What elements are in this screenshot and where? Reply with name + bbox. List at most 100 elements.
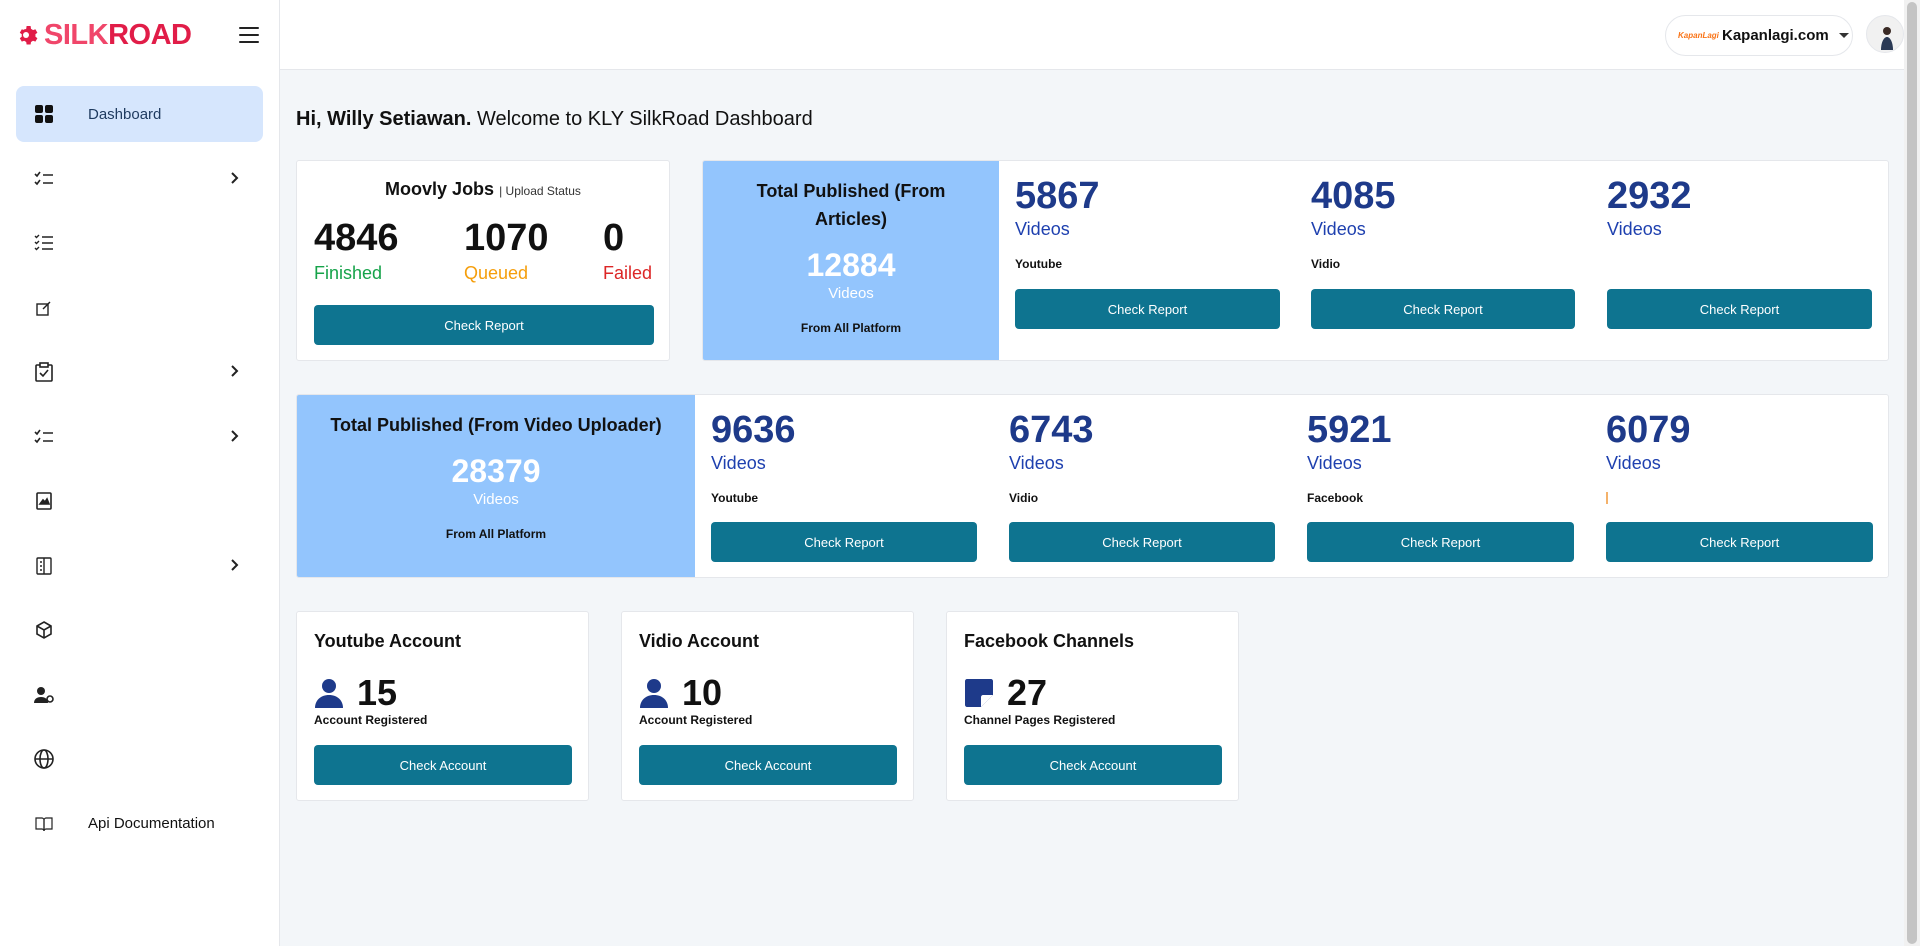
chevron-right-icon (231, 171, 239, 184)
moovly-jobs-card: Moovly Jobs | Upload Status 4846 Finishe… (296, 160, 670, 361)
articles-vidio-check-report-button[interactable]: Check Report (1311, 289, 1575, 329)
sidebar-item-2[interactable] (16, 151, 263, 207)
grid-icon (34, 104, 54, 124)
articles-published-card: Total Published (From Articles) 12884 Vi… (702, 160, 1889, 361)
vidio-account-label: Account Registered (639, 713, 753, 727)
uploader-footer: From All Platform (445, 527, 547, 541)
failed-label: Failed (603, 263, 653, 283)
uploader-vidio-name: Vidio (1009, 491, 1039, 505)
uploader-title: Total Published (From Video Uploader) (330, 415, 662, 435)
site-name: Kapanlagi.com (1722, 27, 1829, 44)
globe-icon (34, 749, 54, 769)
gear-logo-icon (19, 26, 38, 45)
uploader-youtube-name: Youtube (711, 491, 759, 505)
uploader-facebook-check-report-button[interactable]: Check Report (1307, 522, 1574, 562)
articles-vidio-unit: Videos (1311, 219, 1366, 239)
menu-toggle-icon[interactable] (239, 27, 259, 43)
sidebar-item-label: Dashboard (88, 105, 162, 123)
page-scrollbar[interactable] (1904, 0, 1920, 946)
book-icon (34, 814, 54, 834)
uploader-vidio-unit: Videos (1009, 453, 1064, 473)
articles-youtube-check-report-button[interactable]: Check Report (1015, 289, 1280, 329)
uploader-published-card: Total Published (From Video Uploader) 28… (296, 394, 1889, 578)
vidio-account-card: Vidio Account 10 Account Registered Chec… (621, 611, 914, 801)
cube-icon (34, 620, 54, 640)
sidebar-item-8[interactable] (16, 538, 263, 594)
queued-count: 1070 (464, 217, 549, 259)
uploader-facebook-unit: Videos (1307, 453, 1362, 473)
vidio-account-title: Vidio Account (639, 631, 760, 651)
articles-other-check-report-button[interactable]: Check Report (1607, 289, 1872, 329)
moovly-subtitle: | Upload Status (499, 184, 581, 198)
uploader-total-unit: Videos (473, 491, 519, 508)
site-logo: KapanLagi (1678, 31, 1719, 40)
sidebar-item-10[interactable] (16, 667, 263, 723)
sidebar-item-5[interactable] (16, 344, 263, 400)
platform-logo-icon (1606, 492, 1608, 504)
sidebar-item-4[interactable] (16, 280, 263, 336)
articles-title: Total Published (From Articles) (756, 181, 946, 229)
sidebar-item-api-documentation[interactable]: Api Documentation (16, 796, 263, 852)
uploader-youtube-count: 9636 (711, 409, 796, 451)
user-icon (315, 679, 343, 708)
youtube-account-title: Youtube Account (314, 631, 461, 651)
moovly-title: Moovly Jobs | Upload Status (385, 179, 581, 199)
queued-label: Queued (464, 263, 529, 283)
failed-count: 0 (603, 217, 625, 259)
uploader-vidio-check-report-button[interactable]: Check Report (1009, 522, 1275, 562)
site-selector[interactable]: KapanLagi Kapanlagi.com (1665, 15, 1853, 56)
sidebar-item-dashboard[interactable]: Dashboard (16, 86, 263, 142)
moovly-check-report-button[interactable]: Check Report (314, 305, 654, 345)
chevron-right-icon (231, 429, 239, 442)
uploader-other-unit: Videos (1606, 453, 1661, 473)
user-icon (640, 679, 668, 708)
sidebar-item-6[interactable] (16, 409, 263, 465)
brand-logo[interactable]: SILKROAD (16, 18, 192, 52)
uploader-vidio-count: 6743 (1009, 409, 1094, 451)
brand-name: SILKROAD (44, 18, 192, 51)
sidebar-item-11[interactable] (16, 731, 263, 787)
list-check-icon (34, 233, 54, 253)
articles-total-unit: Videos (828, 285, 874, 302)
clipboard-check-icon (34, 362, 54, 382)
sidebar: SILKROAD Dashboard Api Documentation (0, 0, 280, 946)
uploader-other-check-report-button[interactable]: Check Report (1606, 522, 1873, 562)
avatar[interactable] (1866, 15, 1904, 53)
sidebar-item-3[interactable] (16, 215, 263, 271)
articles-youtube-count: 5867 (1015, 175, 1100, 217)
uploader-total: 28379 (451, 453, 541, 489)
finished-label: Finished (314, 263, 383, 283)
vidio-check-account-button[interactable]: Check Account (639, 745, 897, 785)
youtube-account-label: Account Registered (314, 713, 428, 727)
uploader-total-panel: Total Published (From Video Uploader) 28… (297, 395, 695, 577)
uploader-youtube-unit: Videos (711, 453, 766, 473)
sticky-note-icon (965, 679, 993, 707)
facebook-channels-title: Facebook Channels (964, 631, 1135, 651)
sidebar-header: SILKROAD (0, 0, 279, 70)
articles-vidio-count: 4085 (1311, 175, 1396, 217)
uploader-youtube-check-report-button[interactable]: Check Report (711, 522, 977, 562)
uploader-facebook-count: 5921 (1307, 409, 1392, 451)
articles-youtube-unit: Videos (1015, 219, 1070, 239)
caret-down-icon (1838, 33, 1849, 38)
vidio-account-count: 10 (682, 672, 723, 713)
page-greeting: Hi, Willy Setiawan. Welcome to KLY SilkR… (296, 108, 813, 131)
youtube-check-account-button[interactable]: Check Account (314, 745, 572, 785)
facebook-check-account-button[interactable]: Check Account (964, 745, 1222, 785)
topbar: KapanLagi Kapanlagi.com (280, 0, 1904, 70)
articles-total-panel: Total Published (From Articles) 12884 Vi… (703, 161, 999, 360)
checklist-icon (34, 169, 54, 189)
facebook-channels-card: Facebook Channels 27 Channel Pages Regis… (946, 611, 1239, 801)
scroll-thumb[interactable] (1907, 2, 1917, 944)
sidebar-item-9[interactable] (16, 602, 263, 658)
chevron-right-icon (231, 365, 239, 377)
finished-count: 4846 (314, 217, 399, 259)
sidebar-item-7[interactable] (16, 473, 263, 529)
facebook-channels-count: 27 (1007, 672, 1048, 713)
image-book-icon (34, 491, 54, 511)
user-gear-icon (34, 685, 54, 705)
sidebar-item-label: Api Documentation (88, 815, 215, 832)
articles-vidio-name: Vidio (1311, 257, 1341, 271)
checklist-icon (34, 427, 54, 447)
uploader-other-count: 6079 (1606, 409, 1691, 451)
